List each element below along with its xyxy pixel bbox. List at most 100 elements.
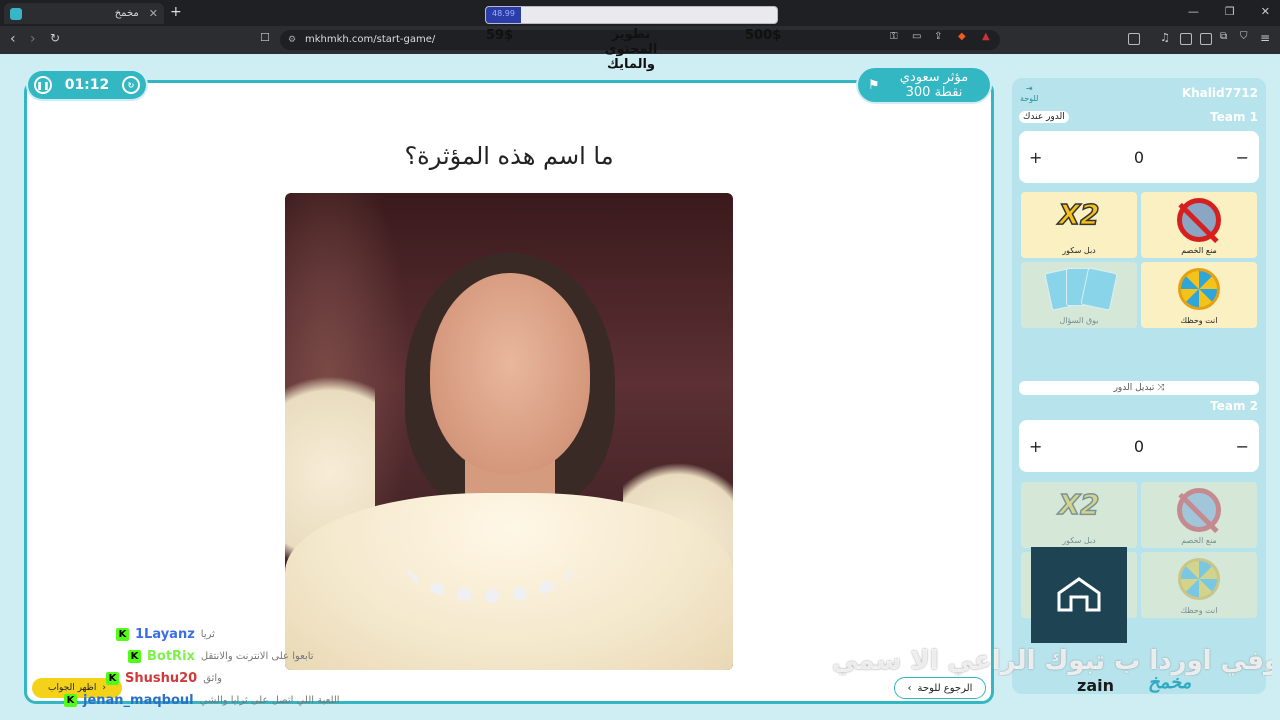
decrement-button[interactable]: −: [1236, 148, 1249, 167]
category-points: 300 نقطة: [905, 85, 963, 100]
kick-badge-icon: K: [106, 672, 119, 685]
minimize-icon[interactable]: —: [1188, 5, 1199, 18]
wheel-icon: [1178, 268, 1220, 310]
chat-text: تابعوا على الانترنت والانتقل: [200, 651, 314, 662]
increment-button[interactable]: +: [1029, 437, 1042, 456]
team1-score: + 0 −: [1019, 131, 1259, 183]
browser-tab[interactable]: مخمخ ✕: [4, 3, 164, 24]
helper-label: منع الخصم: [1181, 536, 1217, 545]
chat-text: اللعبة اللي اتصل على ثرايا والشي: [199, 695, 340, 706]
helper-label: دبل سكور: [1062, 246, 1096, 255]
url-text: mkhmkh.com/start-game/: [305, 34, 436, 45]
double-score-helper[interactable]: X2 دبل سكور: [1021, 482, 1137, 548]
goal-title-line: تطوير: [611, 27, 651, 42]
key-icon[interactable]: ⚿: [890, 31, 898, 42]
board-link-label: للوحة: [1020, 94, 1039, 103]
rewards-icon[interactable]: ▲: [982, 31, 990, 42]
x2-icon: X2: [1058, 197, 1101, 232]
double-score-helper[interactable]: X2 دبل سكور: [1021, 192, 1137, 258]
horn-question-helper[interactable]: بوق السؤال: [1021, 262, 1137, 328]
kick-badge-icon: K: [116, 628, 129, 641]
x2-icon: X2: [1058, 487, 1101, 522]
luck-wheel-helper[interactable]: انت وحظك: [1141, 552, 1257, 618]
category-info: مؤثر سعودي 300 نقطة: [888, 70, 980, 100]
back-to-board-button[interactable]: ‹ الرجوع للوحة: [894, 677, 986, 699]
chat-username: 1Layanz: [135, 627, 195, 642]
goal-current-amount: 59$: [486, 28, 514, 43]
username: Khalid7712: [1181, 86, 1258, 100]
question-image: [285, 193, 733, 670]
block-opponent-helper[interactable]: منع الخصم: [1141, 482, 1257, 548]
cards-icon: [1044, 267, 1118, 311]
stream-logo-icon: [1057, 577, 1101, 612]
goal-title: تطوير المحتوى والمايك: [592, 27, 670, 72]
music-icon[interactable]: ♫: [1160, 31, 1170, 44]
goal-title-line: والمايك: [606, 57, 655, 72]
helper-label: انت وحظك: [1180, 606, 1218, 615]
back-to-board-label: الرجوع للوحة: [917, 682, 973, 694]
window-controls: — ❐ ✕: [1188, 5, 1270, 18]
wallet-icon[interactable]: [1200, 33, 1212, 45]
switch-turn-button[interactable]: تبديل الدور ⤨: [1019, 381, 1259, 395]
sponsor-ticker: كوفي اوردا ب تبوك الراعي الا سمي: [832, 646, 1272, 676]
maximize-icon[interactable]: ❐: [1225, 5, 1235, 18]
category-pill: ⚑ مؤثر سعودي 300 نقطة: [858, 68, 990, 102]
new-tab-icon[interactable]: +: [170, 4, 182, 20]
timer-value: 01:12: [64, 77, 110, 93]
increment-button[interactable]: +: [1029, 148, 1042, 167]
team2-score: + 0 −: [1019, 420, 1259, 472]
goal-title-line: المحتوى: [604, 42, 658, 57]
chat-username: BotRix: [147, 649, 195, 664]
close-tab-icon[interactable]: ✕: [149, 7, 158, 20]
helper-label: بوق السؤال: [1059, 316, 1099, 325]
timer-pill: ❚❚ 01:12 ↻: [28, 71, 146, 99]
goal-progress-bar: 48.99: [485, 6, 778, 24]
kick-badge-icon: K: [64, 694, 77, 707]
site-info-icon[interactable]: ⚙: [288, 30, 296, 50]
sponsor-logo: zain: [1077, 676, 1114, 695]
pause-icon[interactable]: ❚❚: [34, 76, 52, 94]
brand-logo: مخمخ: [1148, 672, 1192, 693]
board-link[interactable]: ⇥ للوحة: [1020, 84, 1038, 104]
question-text: ما اسم هذه المؤثرة؟: [404, 142, 614, 170]
wheel-icon: [1178, 558, 1220, 600]
exit-icon: ⇥: [1025, 84, 1033, 93]
reload-icon[interactable]: ↻: [50, 31, 60, 45]
share-icon[interactable]: ⇪: [934, 31, 942, 42]
menu-icon[interactable]: ≡: [1260, 31, 1270, 45]
switch-turn-label: تبديل الدور: [1113, 383, 1155, 393]
team2-score-value: 0: [1133, 436, 1145, 456]
reset-timer-icon[interactable]: ↻: [121, 76, 140, 94]
site-favicon-icon: [10, 7, 22, 20]
swap-icon: ⤨: [1157, 383, 1165, 393]
bookmark-icon[interactable]: ☐: [260, 31, 270, 44]
tab-title: مخمخ: [114, 8, 139, 19]
webcam-overlay: [1031, 547, 1127, 643]
extensions-icon[interactable]: ⧉: [1220, 31, 1227, 42]
luck-wheel-helper[interactable]: انت وحظك: [1141, 262, 1257, 328]
goal-target-amount: 500$: [745, 28, 782, 43]
split-view-icon[interactable]: [1180, 33, 1192, 45]
kick-badge-icon: K: [128, 650, 141, 663]
flag-icon: ⚑: [868, 77, 880, 93]
back-icon[interactable]: ‹: [10, 31, 16, 47]
ban-icon: [1177, 198, 1221, 242]
close-window-icon[interactable]: ✕: [1261, 5, 1270, 18]
brave-shield-icon[interactable]: ◆: [958, 31, 966, 42]
block-opponent-helper[interactable]: منع الخصم: [1141, 192, 1257, 258]
chat-message: K BotRix تابعوا على الانترنت والانتقل: [128, 649, 314, 664]
show-answer-label: اظهر الجواب: [48, 683, 97, 693]
forward-icon[interactable]: ›: [30, 31, 36, 47]
chat-message: K jenan_maqboul اللعبة اللي اتصل على ثرا…: [64, 693, 340, 708]
team1-helpers: X2 دبل سكور منع الخصم بوق السؤال انت وحظ…: [1021, 192, 1257, 328]
team1-label: Team 1: [1210, 110, 1258, 124]
chat-username: jenan_maqboul: [83, 693, 194, 708]
helper-label: منع الخصم: [1181, 246, 1217, 255]
vpn-shield-icon[interactable]: ⛉: [1240, 31, 1248, 42]
helper-label: انت وحظك: [1180, 316, 1218, 325]
decrement-button[interactable]: −: [1236, 437, 1249, 456]
cast-icon[interactable]: ▭: [912, 31, 921, 42]
sidebar-icon[interactable]: [1128, 33, 1140, 45]
chevron-left-icon: ‹: [907, 682, 912, 694]
team2-label: Team 2: [1210, 399, 1258, 413]
